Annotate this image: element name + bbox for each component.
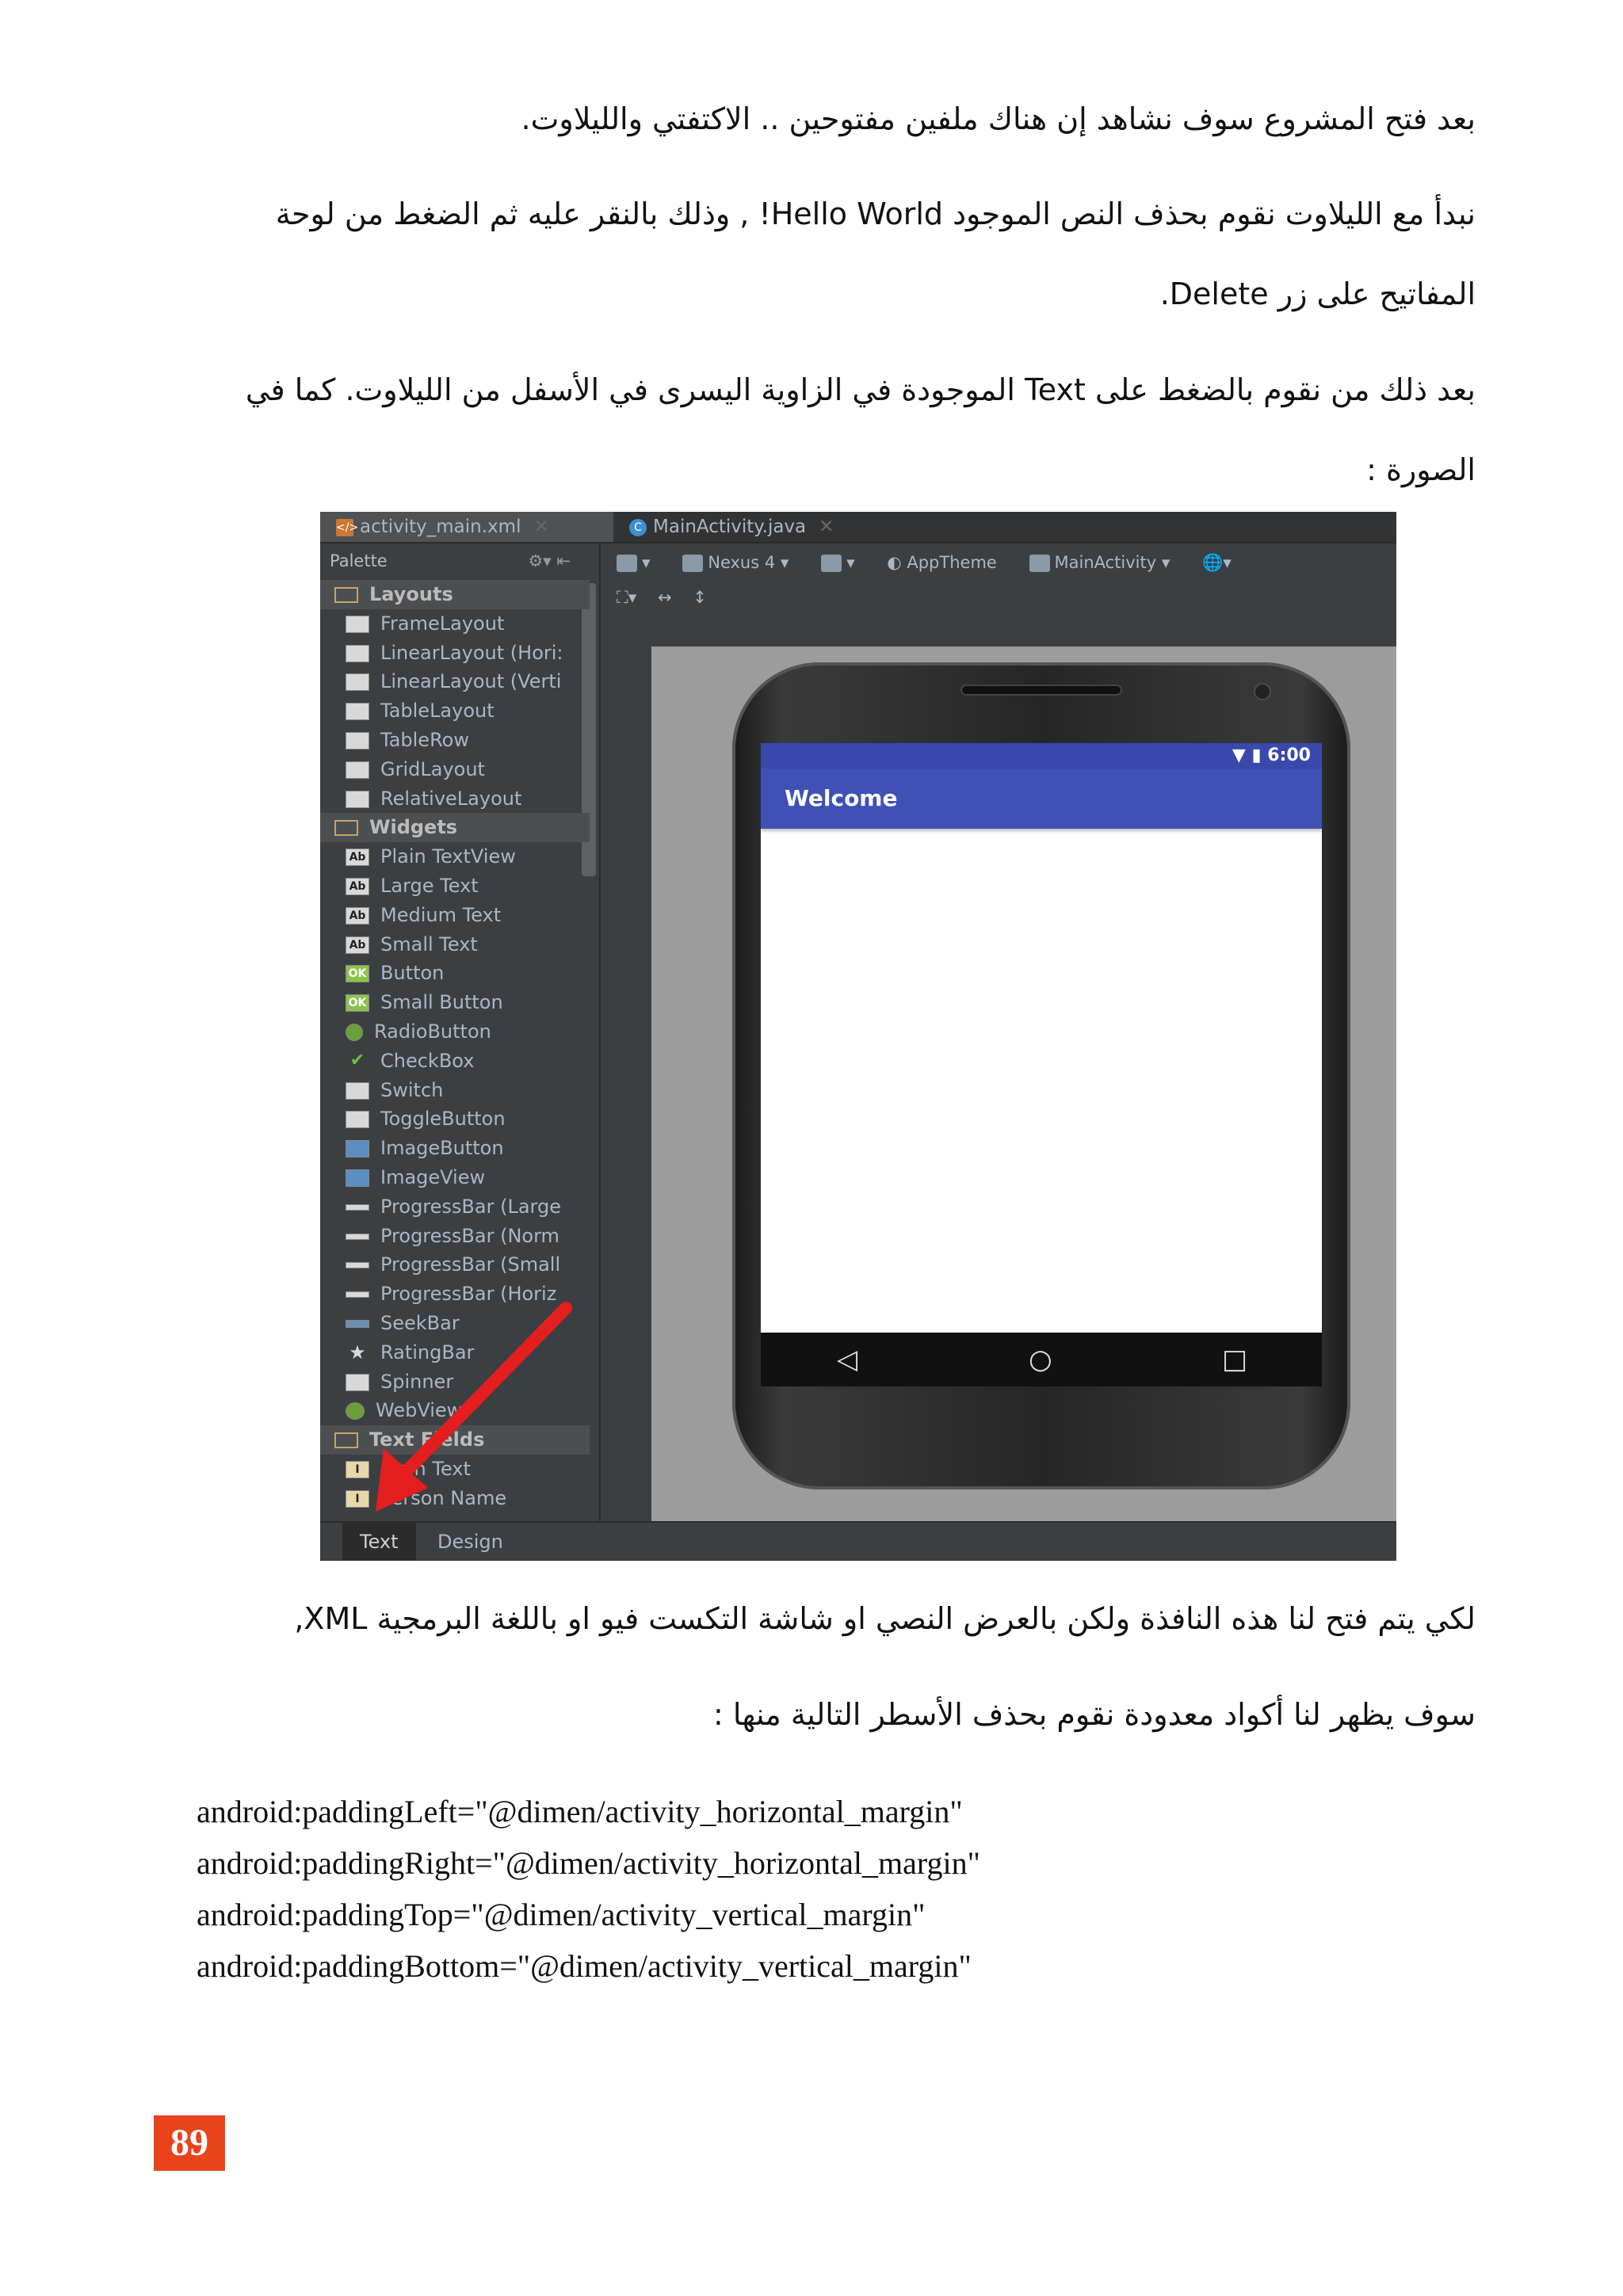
code-line-4: android:paddingBottom="@dimen/activity_v… — [197, 1948, 972, 1984]
code-line-2: android:paddingRight="@dimen/activity_ho… — [197, 1845, 980, 1881]
paragraph-1: بعد فتح المشروع سوف نشاهد إن هناك ملفين … — [521, 101, 1476, 136]
ide-screenshot: </>activity_main.xml ✕ C MainActivity.java… — [320, 512, 1396, 1561]
page-number: 89 — [154, 2115, 225, 2171]
paragraph-5: سوف يظهر لنا أكواد معدودة نقوم بحذف الأس… — [712, 1697, 1476, 1732]
paragraph-2-line-1: نبدأ مع الليلاوت نقوم بحذف النص الموجود … — [275, 196, 1476, 231]
paragraph-3-line-2: الصورة : — [1366, 452, 1476, 487]
paragraph-4: لكي يتم فتح لنا هذه النافذة ولكن بالعرض … — [294, 1601, 1476, 1636]
paragraph-2-line-2: المفاتيح على زر Delete. — [1159, 277, 1476, 311]
red-arrow-annotation — [376, 1302, 572, 1512]
paragraph-3-line-1: بعد ذلك من نقوم بالضغط على Text الموجودة… — [245, 372, 1476, 407]
code-line-1: android:paddingLeft="@dimen/activity_hor… — [197, 1794, 963, 1829]
code-line-3: android:paddingTop="@dimen/activity_vert… — [197, 1897, 926, 1932]
